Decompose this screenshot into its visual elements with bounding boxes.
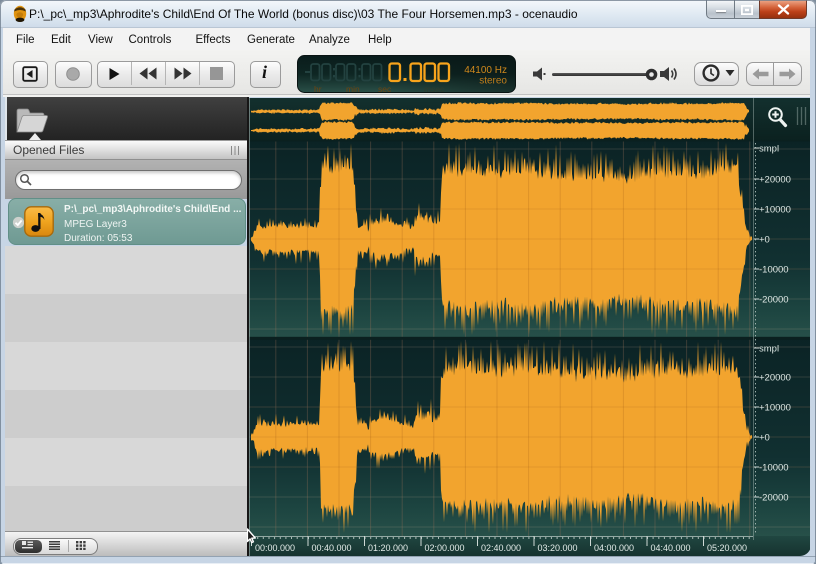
svg-text:smpl: smpl	[759, 144, 779, 155]
svg-text:01:20.000: 01:20.000	[368, 543, 408, 553]
svg-text:+10000: +10000	[759, 205, 791, 216]
svg-text:-20000: -20000	[759, 295, 789, 306]
svg-text:02:40.000: 02:40.000	[481, 543, 521, 553]
svg-text:min: min	[346, 84, 360, 93]
svg-text:+10000: +10000	[759, 403, 791, 414]
svg-text:hr: hr	[314, 84, 322, 93]
svg-text:+0: +0	[759, 235, 770, 246]
svg-text:msec: msec	[424, 84, 445, 93]
svg-text:03:20.000: 03:20.000	[538, 543, 578, 553]
svg-text:00:00.000: 00:00.000	[255, 543, 295, 553]
svg-text:00:40.000: 00:40.000	[312, 543, 352, 553]
svg-text:-10000: -10000	[759, 265, 789, 276]
svg-text:sec: sec	[378, 84, 392, 93]
svg-text:stereo: stereo	[479, 76, 507, 87]
svg-text:smpl: smpl	[759, 344, 779, 355]
svg-text:+20000: +20000	[759, 175, 791, 186]
svg-text:-10000: -10000	[759, 463, 789, 474]
svg-text:44100 Hz: 44100 Hz	[464, 65, 507, 76]
svg-text:05:20.000: 05:20.000	[707, 543, 747, 553]
svg-text:-20000: -20000	[759, 493, 789, 504]
svg-text:04:00.000: 04:00.000	[594, 543, 634, 553]
svg-text:02:00.000: 02:00.000	[425, 543, 465, 553]
svg-text:04:40.000: 04:40.000	[651, 543, 691, 553]
svg-text:+20000: +20000	[759, 373, 791, 384]
svg-text:+0: +0	[759, 433, 770, 444]
